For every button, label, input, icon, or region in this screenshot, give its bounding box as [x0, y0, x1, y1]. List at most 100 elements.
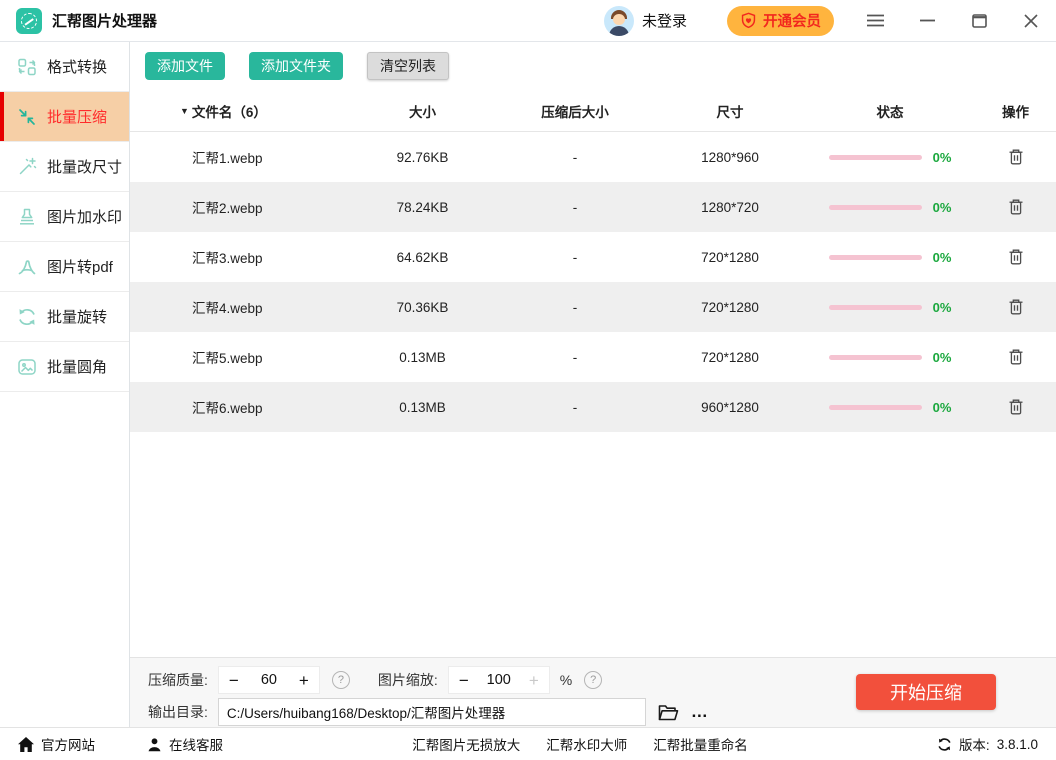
version-label: 版本:	[959, 734, 990, 754]
vip-shield-heart-icon	[740, 12, 757, 29]
convert-icon	[17, 57, 37, 77]
sidebar-item-rotate[interactable]: 批量旋转	[0, 292, 129, 342]
version-refresh-icon[interactable]	[937, 737, 952, 752]
row-dimensions: 720*1280	[655, 300, 805, 315]
version-number: 3.8.1.0	[997, 737, 1038, 752]
browse-folder-icon[interactable]	[658, 704, 679, 721]
file-table-header: ▼ 文件名（6） 大小 压缩后大小 尺寸 状态 操作	[130, 90, 1056, 132]
row-filename: 汇帮6.webp	[130, 397, 350, 417]
sidebar-item-label: 图片加水印	[47, 206, 122, 227]
row-size: 64.62KB	[350, 250, 495, 265]
row-compressed-size: -	[495, 150, 655, 165]
maximize-button[interactable]	[970, 12, 988, 30]
row-status: 0%	[805, 150, 975, 165]
output-dir-input[interactable]	[218, 698, 646, 726]
login-status[interactable]: 未登录	[642, 10, 687, 31]
row-dimensions: 960*1280	[655, 400, 805, 415]
table-row[interactable]: 汇帮6.webp0.13MB-960*12800%	[130, 382, 1056, 432]
vip-button-label: 开通会员	[763, 10, 821, 31]
header-status: 状态	[805, 101, 975, 121]
sidebar-item-label: 批量改尺寸	[47, 156, 122, 177]
scale-value[interactable]: 100	[479, 672, 519, 688]
table-row[interactable]: 汇帮5.webp0.13MB-720*12800%	[130, 332, 1056, 382]
sidebar-item-label: 格式转换	[47, 56, 107, 77]
user-avatar[interactable]	[604, 6, 634, 36]
footer-link[interactable]: 汇帮批量重命名	[653, 734, 748, 754]
table-row[interactable]: 汇帮1.webp92.76KB-1280*9600%	[130, 132, 1056, 182]
progress-percent: 0%	[933, 150, 952, 165]
sidebar-item-resize[interactable]: 批量改尺寸	[0, 142, 129, 192]
header-compressed-size: 压缩后大小	[495, 101, 655, 121]
open-vip-button[interactable]: 开通会员	[727, 6, 834, 36]
scale-help-icon[interactable]: ?	[584, 671, 602, 689]
row-compressed-size: -	[495, 250, 655, 265]
quality-stepper: − 60 +	[218, 666, 320, 694]
header-filename[interactable]: ▼ 文件名（6）	[130, 101, 350, 121]
home-icon	[18, 737, 34, 752]
sidebar-item-compress[interactable]: 批量压缩	[0, 92, 129, 142]
quality-decrease-button[interactable]: −	[219, 667, 249, 693]
more-options-button[interactable]: …	[691, 702, 709, 722]
rotate-icon	[17, 307, 37, 327]
row-filename: 汇帮2.webp	[130, 197, 350, 217]
progress-percent: 0%	[933, 400, 952, 415]
online-support-link[interactable]: 在线客服	[147, 734, 223, 754]
row-status: 0%	[805, 200, 975, 215]
row-compressed-size: -	[495, 350, 655, 365]
clear-list-button[interactable]: 清空列表	[367, 52, 449, 80]
delete-row-button[interactable]	[1008, 348, 1024, 366]
app-window: 汇帮图片处理器 未登录 开通会员	[0, 0, 1056, 760]
watermark-icon	[17, 207, 37, 227]
menu-icon[interactable]	[866, 12, 884, 30]
progress-percent: 0%	[933, 200, 952, 215]
delete-row-button[interactable]	[1008, 298, 1024, 316]
pdf-icon	[17, 257, 37, 277]
table-row[interactable]: 汇帮2.webp78.24KB-1280*7200%	[130, 182, 1056, 232]
progress-bar	[829, 205, 922, 210]
progress-bar	[829, 255, 922, 260]
delete-row-button[interactable]	[1008, 398, 1024, 416]
progress-bar	[829, 355, 922, 360]
delete-row-button[interactable]	[1008, 198, 1024, 216]
progress-percent: 0%	[933, 250, 952, 265]
footer-link[interactable]: 汇帮图片无损放大	[412, 734, 520, 754]
add-folder-button[interactable]: 添加文件夹	[249, 52, 343, 80]
progress-bar	[829, 305, 922, 310]
sidebar-item-convert[interactable]: 格式转换	[0, 42, 129, 92]
sidebar-item-label: 批量旋转	[47, 306, 107, 327]
table-row[interactable]: 汇帮3.webp64.62KB-720*12800%	[130, 232, 1056, 282]
main-panel: 添加文件 添加文件夹 清空列表 ▼ 文件名（6） 大小 压缩后大小 尺寸 状态 …	[130, 42, 1056, 727]
row-filename: 汇帮4.webp	[130, 297, 350, 317]
delete-row-button[interactable]	[1008, 248, 1024, 266]
scale-increase-button[interactable]: +	[519, 667, 549, 693]
row-compressed-size: -	[495, 300, 655, 315]
close-button[interactable]	[1022, 12, 1040, 30]
trash-icon	[1008, 198, 1024, 216]
row-status: 0%	[805, 350, 975, 365]
table-row[interactable]: 汇帮4.webp70.36KB-720*12800%	[130, 282, 1056, 332]
app-title: 汇帮图片处理器	[52, 10, 157, 31]
row-dimensions: 720*1280	[655, 250, 805, 265]
official-website-link[interactable]: 官方网站	[18, 734, 95, 754]
start-compress-button[interactable]: 开始压缩	[856, 674, 996, 710]
quality-increase-button[interactable]: +	[289, 667, 319, 693]
sidebar-item-label: 批量压缩	[47, 106, 107, 127]
scale-stepper: − 100 +	[448, 666, 550, 694]
sidebar-item-watermark[interactable]: 图片加水印	[0, 192, 129, 242]
scale-decrease-button[interactable]: −	[449, 667, 479, 693]
trash-icon	[1008, 348, 1024, 366]
row-size: 0.13MB	[350, 400, 495, 415]
trash-icon	[1008, 148, 1024, 166]
add-file-button[interactable]: 添加文件	[145, 52, 225, 80]
footer-link[interactable]: 汇帮水印大师	[546, 734, 627, 754]
delete-row-button[interactable]	[1008, 148, 1024, 166]
titlebar: 汇帮图片处理器 未登录 开通会员	[0, 0, 1056, 42]
minimize-button[interactable]	[918, 12, 936, 30]
sidebar-item-pdf[interactable]: 图片转pdf	[0, 242, 129, 292]
quality-value[interactable]: 60	[249, 672, 289, 688]
row-status: 0%	[805, 300, 975, 315]
quality-help-icon[interactable]: ?	[332, 671, 350, 689]
resize-icon	[17, 157, 37, 177]
row-filename: 汇帮5.webp	[130, 347, 350, 367]
sidebar-item-rounded-corner[interactable]: 批量圆角	[0, 342, 129, 392]
